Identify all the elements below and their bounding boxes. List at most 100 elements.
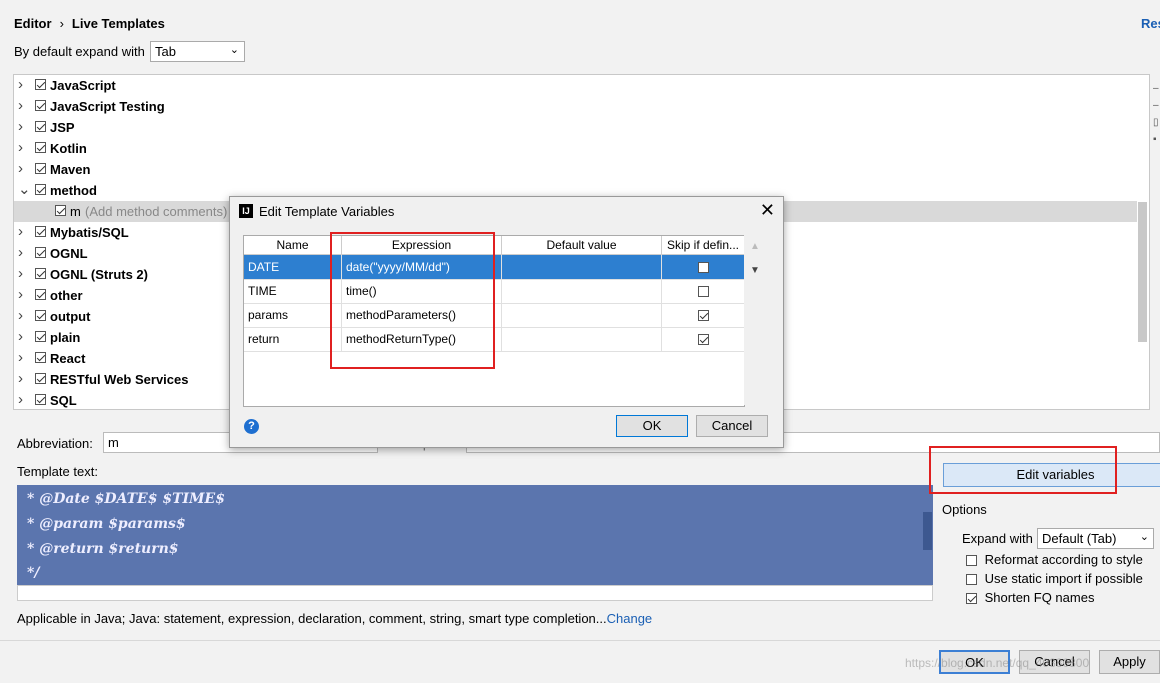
variable-name[interactable]: DATE bbox=[244, 255, 342, 279]
options-expand-select[interactable]: Default (Tab) ⌄ bbox=[1037, 528, 1154, 549]
tree-toolbar: – – ▯ ▪ bbox=[1153, 80, 1160, 180]
template-checkbox[interactable] bbox=[35, 373, 46, 384]
chevron-right-icon[interactable]: › bbox=[18, 222, 28, 241]
chevron-right-icon[interactable]: › bbox=[18, 369, 28, 388]
variable-skip[interactable] bbox=[662, 303, 744, 327]
scroll-down-icon[interactable]: ▼ bbox=[750, 265, 760, 276]
highlight-box-expression bbox=[330, 232, 495, 369]
applicable-text: Applicable in Java; Java: statement, exp… bbox=[17, 611, 607, 626]
chevron-right-icon[interactable]: › bbox=[18, 243, 28, 262]
template-checkbox[interactable] bbox=[35, 226, 46, 237]
chevron-right-icon[interactable]: › bbox=[18, 159, 28, 178]
template-checkbox[interactable] bbox=[35, 331, 46, 342]
template-checkbox[interactable] bbox=[35, 121, 46, 132]
variable-skip[interactable] bbox=[662, 327, 744, 351]
editor-hscroll-area bbox=[17, 585, 933, 601]
add-icon[interactable]: – bbox=[1153, 80, 1160, 97]
shorten-option[interactable]: Shorten FQ names bbox=[966, 590, 1094, 605]
template-label: plain bbox=[50, 330, 81, 345]
template-group[interactable]: › JavaScript bbox=[14, 75, 1137, 96]
template-checkbox[interactable] bbox=[35, 184, 46, 195]
template-checkbox[interactable] bbox=[35, 247, 46, 258]
template-label: other bbox=[50, 288, 83, 303]
change-link[interactable]: Change bbox=[607, 611, 653, 626]
template-checkbox[interactable] bbox=[35, 310, 46, 321]
template-checkbox[interactable] bbox=[35, 142, 46, 153]
abbreviation-label: Abbreviation: bbox=[17, 436, 93, 451]
column-header-default[interactable]: Default value bbox=[502, 236, 662, 255]
chevron-down-icon[interactable]: ⌄ bbox=[18, 180, 31, 199]
variable-skip[interactable] bbox=[662, 279, 744, 303]
template-text-editor[interactable]: * @Date $DATE$ $TIME$ * @param $params$ … bbox=[17, 485, 933, 585]
template-group[interactable]: › JavaScript Testing bbox=[14, 96, 1137, 117]
column-header-skip[interactable]: Skip if defin... bbox=[662, 236, 744, 255]
dialog-ok-button[interactable]: OK bbox=[616, 415, 688, 437]
column-header-name[interactable]: Name bbox=[244, 236, 342, 255]
template-group[interactable]: › Maven bbox=[14, 159, 1137, 180]
variable-default[interactable] bbox=[502, 303, 662, 327]
variable-default[interactable] bbox=[502, 279, 662, 303]
help-icon[interactable]: ? bbox=[244, 419, 259, 434]
dialog-cancel-button[interactable]: Cancel bbox=[696, 415, 768, 437]
variable-name[interactable]: return bbox=[244, 327, 342, 351]
template-checkbox[interactable] bbox=[35, 352, 46, 363]
options-title: Options bbox=[942, 502, 987, 517]
options-expand-label: Expand with bbox=[962, 531, 1033, 546]
chevron-right-icon[interactable]: › bbox=[18, 264, 28, 283]
skip-checkbox[interactable] bbox=[697, 286, 709, 298]
copy-icon[interactable]: ▯ bbox=[1153, 114, 1160, 131]
skip-checkbox[interactable] bbox=[697, 334, 709, 346]
skip-checkbox[interactable] bbox=[697, 310, 709, 322]
expand-select[interactable]: Tab ⌄ bbox=[150, 41, 245, 62]
chevron-right-icon[interactable]: › bbox=[18, 117, 28, 136]
template-label: JavaScript bbox=[50, 78, 116, 93]
template-group[interactable]: › JSP bbox=[14, 117, 1137, 138]
shorten-label: Shorten FQ names bbox=[984, 590, 1095, 605]
template-description: (Add method comments) bbox=[85, 204, 228, 219]
reset-link[interactable]: Res bbox=[1141, 16, 1160, 31]
remove-icon[interactable]: – bbox=[1153, 97, 1160, 114]
chevron-right-icon[interactable]: › bbox=[18, 285, 28, 304]
variable-default[interactable] bbox=[502, 327, 662, 351]
chevron-right-icon[interactable]: › bbox=[18, 306, 28, 325]
restore-icon[interactable]: ▪ bbox=[1153, 131, 1160, 148]
dialog-title: Edit Template Variables bbox=[259, 204, 395, 219]
shorten-checkbox[interactable] bbox=[966, 593, 977, 605]
highlight-box-edit-variables bbox=[929, 446, 1117, 494]
breadcrumb-editor[interactable]: Editor bbox=[14, 16, 52, 31]
template-checkbox[interactable] bbox=[55, 205, 66, 216]
reformat-option[interactable]: Reformat according to style bbox=[966, 552, 1143, 567]
apply-button[interactable]: Apply bbox=[1099, 650, 1160, 674]
close-icon[interactable]: ✕ bbox=[760, 200, 775, 221]
template-group[interactable]: › Kotlin bbox=[14, 138, 1137, 159]
variables-scrollbar[interactable]: ▲ ▼ bbox=[744, 235, 766, 405]
editor-scrollbar[interactable] bbox=[923, 512, 932, 550]
variable-name[interactable]: params bbox=[244, 303, 342, 327]
template-checkbox[interactable] bbox=[35, 394, 46, 405]
skip-checkbox[interactable] bbox=[697, 262, 709, 274]
variable-default[interactable] bbox=[502, 255, 662, 279]
template-checkbox[interactable] bbox=[35, 79, 46, 90]
options-expand-value: Default (Tab) bbox=[1042, 531, 1117, 546]
template-label: output bbox=[50, 309, 91, 324]
chevron-right-icon[interactable]: › bbox=[18, 75, 28, 94]
breadcrumb: Editor › Live Templates bbox=[14, 16, 165, 31]
template-checkbox[interactable] bbox=[35, 100, 46, 111]
template-label: m bbox=[70, 204, 81, 219]
variable-name[interactable]: TIME bbox=[244, 279, 342, 303]
applicable-context: Applicable in Java; Java: statement, exp… bbox=[17, 611, 652, 626]
template-checkbox[interactable] bbox=[35, 163, 46, 174]
chevron-right-icon[interactable]: › bbox=[18, 138, 28, 157]
reformat-checkbox[interactable] bbox=[966, 555, 977, 567]
chevron-right-icon[interactable]: › bbox=[18, 348, 28, 367]
chevron-right-icon[interactable]: › bbox=[18, 327, 28, 346]
variable-skip[interactable] bbox=[662, 255, 744, 279]
scroll-up-icon[interactable]: ▲ bbox=[750, 241, 760, 252]
template-checkbox[interactable] bbox=[35, 289, 46, 300]
static-import-checkbox[interactable] bbox=[966, 574, 977, 586]
template-checkbox[interactable] bbox=[35, 268, 46, 279]
chevron-right-icon[interactable]: › bbox=[18, 96, 28, 115]
chevron-right-icon[interactable]: › bbox=[18, 390, 28, 409]
static-import-option[interactable]: Use static import if possible bbox=[966, 571, 1143, 586]
tree-scrollbar[interactable] bbox=[1138, 202, 1147, 342]
